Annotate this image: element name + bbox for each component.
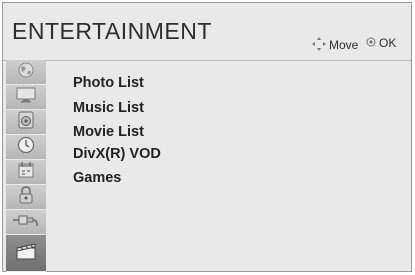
navigation-arrows-icon [312, 37, 329, 53]
sidebar-item-audio[interactable] [6, 110, 46, 135]
move-label: Move [329, 38, 359, 52]
monitor-icon [16, 87, 36, 108]
ok-label: OK [379, 36, 397, 50]
ok-button-icon [366, 37, 379, 49]
globe-icon [17, 61, 35, 84]
calendar-icon [17, 161, 35, 184]
lock-icon [18, 185, 34, 209]
header-bar: ENTERTAINMENT Move OK [3, 3, 411, 61]
move-hint: Move [312, 37, 358, 53]
sidebar-item-input[interactable] [6, 210, 46, 235]
clock-icon [17, 136, 35, 159]
input-cable-icon [13, 213, 39, 232]
sidebar-item-picture[interactable] [6, 85, 46, 110]
menu-item-divx-vod[interactable]: DivX(R) VOD [73, 145, 161, 163]
entertainment-window: ENTERTAINMENT Move OK Photo List Music L… [2, 2, 412, 272]
speaker-icon [18, 111, 34, 134]
sidebar-item-time[interactable] [6, 135, 46, 160]
sidebar-item-schedule[interactable] [6, 160, 46, 185]
menu-item-photo-list[interactable]: Photo List [73, 74, 144, 92]
sidebar-item-lock[interactable] [6, 185, 46, 210]
menu-item-music-list[interactable]: Music List [73, 99, 144, 117]
menu-item-games[interactable]: Games [73, 169, 121, 187]
sidebar-item-entertainment[interactable] [6, 235, 46, 272]
page-title: ENTERTAINMENT [12, 18, 212, 44]
entertainment-clapper-icon [15, 242, 37, 265]
menu-item-movie-list[interactable]: Movie List [73, 123, 144, 141]
category-sidebar [6, 60, 46, 272]
ok-hint: OK [366, 37, 396, 49]
sidebar-item-network[interactable] [6, 60, 46, 85]
